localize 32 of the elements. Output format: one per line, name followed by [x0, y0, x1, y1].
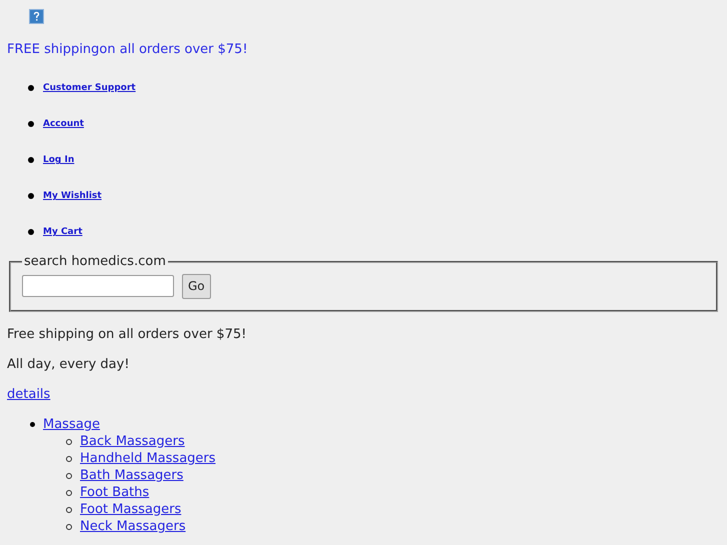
- circle-bullet-icon: [66, 456, 72, 462]
- subcategory-link[interactable]: Foot Massagers: [80, 500, 182, 520]
- bullet-icon: [28, 228, 34, 234]
- circle-bullet-icon: [66, 506, 72, 512]
- details-link[interactable]: details: [7, 387, 50, 402]
- promo-text: Free shipping on all orders over $75!: [7, 327, 246, 342]
- bullet-icon: [28, 84, 34, 90]
- bullet-icon: [30, 422, 35, 427]
- subcategory-link[interactable]: Back Massagers: [80, 432, 185, 452]
- search-legend: search homedics.com: [22, 252, 168, 272]
- free-shipping-text: FREE shippingon all orders over $75!: [7, 42, 248, 57]
- bullet-icon: [28, 156, 34, 162]
- account-link[interactable]: Log In: [43, 154, 74, 168]
- subcategory-link[interactable]: Handheld Massagers: [80, 448, 216, 468]
- account-link[interactable]: My Cart: [43, 226, 82, 240]
- circle-bullet-icon: [66, 490, 72, 496]
- subcategory-link[interactable]: Bath Massagers: [80, 466, 184, 486]
- circle-bullet-icon: [66, 472, 72, 478]
- help-icon: [29, 9, 44, 24]
- promo-text: All day, every day!: [7, 357, 130, 372]
- subcategory-link[interactable]: Foot Baths: [80, 482, 150, 502]
- category-link[interactable]: Massage: [43, 414, 100, 434]
- go-button[interactable]: Go: [182, 274, 211, 298]
- bullet-icon: [28, 192, 34, 198]
- circle-bullet-icon: [66, 524, 72, 530]
- account-link[interactable]: Account: [43, 118, 84, 132]
- account-link[interactable]: Customer Support: [43, 82, 136, 96]
- subcategory-link[interactable]: Neck Massagers: [80, 516, 186, 536]
- search-field[interactable]: [22, 275, 174, 297]
- account-link[interactable]: My Wishlist: [43, 190, 102, 204]
- bullet-icon: [28, 120, 34, 126]
- circle-bullet-icon: [66, 438, 72, 444]
